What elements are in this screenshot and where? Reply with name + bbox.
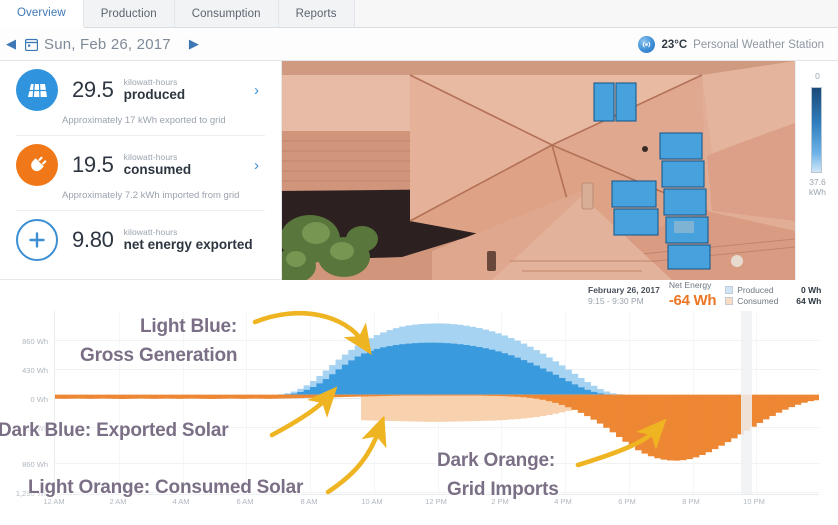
annotation-gross-generation-line2: Gross Generation bbox=[80, 345, 238, 366]
annotation-consumed-solar: Light Orange: Consumed Solar bbox=[28, 477, 304, 498]
metric-consumed-value: 19.5 bbox=[72, 152, 114, 177]
weather-station-widget[interactable]: 23°C Personal Weather Station bbox=[638, 28, 824, 61]
x-tick-10: 8 PM bbox=[682, 497, 700, 506]
tooltip-datetime: February 26, 2017 9:15 - 9:30 PM bbox=[588, 285, 660, 307]
tooltip-produced-label: Produced bbox=[737, 284, 774, 295]
tooltip-time: 9:15 - 9:30 PM bbox=[588, 295, 644, 306]
tooltip-values: 0 Wh 64 Wh bbox=[787, 285, 821, 307]
consumed-swatch-icon bbox=[725, 296, 734, 305]
current-date-label[interactable]: Sun, Feb 26, 2017 bbox=[40, 36, 183, 53]
weather-temperature: 23°C bbox=[661, 38, 688, 51]
chevron-right-icon[interactable]: ▶ bbox=[183, 36, 205, 52]
tooltip-date: February 26, 2017 bbox=[588, 284, 660, 295]
metric-consumed-name: consumed bbox=[123, 162, 192, 178]
tab-bar: Overview Production Consumption Reports bbox=[0, 0, 838, 28]
annotation-gross-generation-line1: Light Blue: bbox=[140, 316, 238, 337]
tab-overview-label: Overview bbox=[17, 7, 66, 19]
tab-production[interactable]: Production bbox=[83, 0, 175, 27]
tab-production-label: Production bbox=[100, 7, 157, 20]
solar-dashboard: Overview Production Consumption Reports … bbox=[0, 0, 838, 525]
calendar-icon[interactable] bbox=[22, 38, 40, 51]
metric-produced-name: produced bbox=[123, 87, 186, 103]
metric-produced-unit: kilowatt-hours bbox=[123, 76, 178, 87]
tooltip-consumed-label: Consumed bbox=[737, 295, 779, 306]
kwh-color-scale-legend: 0 37.6 kWh bbox=[795, 61, 838, 280]
tab-reports[interactable]: Reports bbox=[278, 0, 355, 27]
metric-produced-value: 29.5 bbox=[72, 77, 114, 102]
metric-consumed-chevron-icon[interactable]: › bbox=[254, 157, 259, 174]
metric-net-value: 9.80 bbox=[72, 227, 114, 252]
y-tick-860-pos: 860 Wh bbox=[22, 337, 48, 346]
metric-net-unit: kilowatt-hours bbox=[123, 226, 178, 237]
aerial-roof-image[interactable] bbox=[282, 61, 795, 280]
metric-produced-chevron-icon[interactable]: › bbox=[254, 82, 259, 99]
tooltip-net-label: Net Energy bbox=[668, 280, 712, 291]
y-tick-430-pos: 430 Wh bbox=[22, 366, 48, 375]
tab-consumption-label: Consumption bbox=[191, 7, 261, 20]
produced-swatch-icon bbox=[725, 286, 734, 295]
annotation-grid-imports-line1: Dark Orange: bbox=[437, 450, 555, 471]
metrics-panel: 29.5 kilowatt-hours produced › Approxima… bbox=[0, 61, 282, 280]
tooltip-produced-row: Produced bbox=[725, 285, 778, 296]
plug-icon bbox=[16, 144, 58, 186]
chart-tooltip: February 26, 2017 9:15 - 9:30 PM Net Ene… bbox=[580, 280, 838, 311]
broadcast-icon bbox=[638, 36, 656, 53]
tab-consumption[interactable]: Consumption bbox=[174, 0, 279, 27]
x-tick-9: 6 PM bbox=[618, 497, 636, 506]
tooltip-legend: Produced Consumed bbox=[725, 285, 778, 307]
x-tick-11: 10 PM bbox=[743, 497, 765, 506]
chevron-left-icon[interactable]: ◀ bbox=[0, 36, 22, 52]
tooltip-consumed-value: 64 Wh bbox=[796, 295, 822, 306]
date-navigation-bar: ◀ Sun, Feb 26, 2017 ▶ 23°C Personal Weat… bbox=[0, 28, 838, 61]
y-tick-860-neg: 860 Wh bbox=[22, 460, 48, 469]
tab-reports-label: Reports bbox=[295, 7, 337, 20]
metric-net-name: net energy exported bbox=[123, 237, 253, 253]
plus-icon bbox=[16, 219, 58, 261]
tooltip-consumed-row: Consumed bbox=[725, 296, 778, 307]
legend-max-label: 0 bbox=[815, 71, 820, 81]
energy-chart: February 26, 2017 9:15 - 9:30 PM Net Ene… bbox=[0, 280, 838, 525]
legend-gradient-bar bbox=[811, 87, 822, 173]
annotation-exported-solar: Dark Blue: Exported Solar bbox=[0, 420, 229, 441]
solar-panel-icon bbox=[16, 69, 58, 111]
tab-overview[interactable]: Overview bbox=[0, 0, 84, 28]
metric-consumed[interactable]: 19.5 kilowatt-hours consumed › bbox=[0, 136, 281, 194]
y-tick-0: 0 Wh bbox=[30, 395, 48, 404]
tooltip-net-value: -64 Wh bbox=[668, 292, 717, 310]
chart-cursor[interactable] bbox=[741, 311, 752, 494]
annotation-grid-imports-line2: Grid Imports bbox=[447, 479, 559, 500]
legend-min-label: 37.6 kWh bbox=[809, 177, 826, 197]
x-tick-5: 10 AM bbox=[361, 497, 383, 506]
metric-consumed-unit: kilowatt-hours bbox=[123, 151, 178, 162]
tooltip-net-energy: Net Energy -64 Wh bbox=[668, 280, 717, 310]
metric-net-energy: 9.80 kilowatt-hours net energy exported bbox=[0, 211, 281, 269]
tooltip-produced-value: 0 Wh bbox=[801, 284, 822, 295]
metric-produced[interactable]: 29.5 kilowatt-hours produced › bbox=[0, 61, 281, 119]
weather-station-label: Personal Weather Station bbox=[693, 38, 824, 51]
